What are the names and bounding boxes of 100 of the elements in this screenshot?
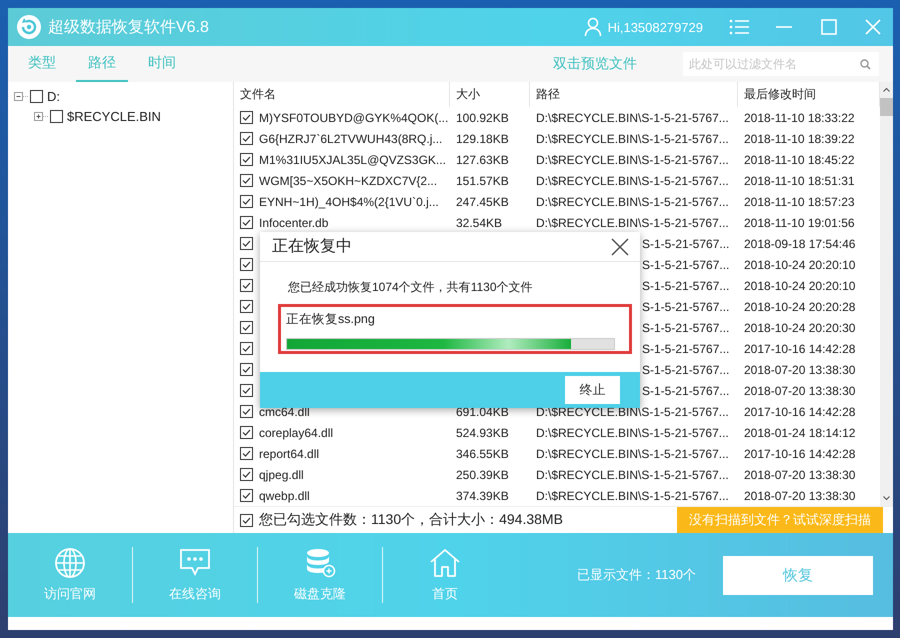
modified-time: 2017-10-16 14:42:28: [743, 404, 856, 418]
close-icon[interactable]: [610, 236, 630, 256]
file-name: Infocenter.db: [259, 216, 328, 230]
file-path: D:\$RECYCLE.BIN\S-1-5-21-5767...: [535, 110, 730, 124]
checkbox[interactable]: [240, 468, 253, 481]
modified-time: 2018-11-10 18:33:22: [743, 110, 856, 124]
modified-time: 2018-07-20 13:38:30: [743, 468, 856, 482]
checkbox[interactable]: [240, 174, 253, 187]
tree-item[interactable]: $RECYCLE.BIN: [67, 108, 161, 124]
checkbox[interactable]: [240, 258, 253, 271]
modified-time: 2018-10-24 20:20:30: [743, 320, 856, 334]
checkbox[interactable]: [240, 153, 253, 166]
file-path: D:\$RECYCLE.BIN\S-1-5-21-5767...: [535, 194, 730, 208]
collapse-icon[interactable]: [14, 92, 28, 100]
file-size: 524.93KB: [455, 426, 510, 440]
modified-time: 2018-01-24 18:14:12: [743, 426, 856, 440]
checkbox[interactable]: [240, 489, 253, 502]
file-size: 247.45KB: [455, 194, 510, 208]
modified-time: 2018-11-10 19:01:56: [743, 216, 856, 230]
modified-time: 2018-11-10 18:57:23: [743, 194, 856, 208]
file-name: EYNH~1H)_4OH$4%(2{1VU`0.j...: [259, 194, 439, 208]
file-size: 127.63KB: [455, 152, 510, 166]
file-size: 129.18KB: [455, 132, 510, 146]
column-header[interactable]: 文件名: [234, 82, 450, 107]
file-path: S-1-5-21-5767...: [641, 278, 730, 292]
file-name: coreplay64.dll: [259, 426, 334, 440]
checkbox[interactable]: [30, 90, 43, 102]
checkbox[interactable]: [240, 447, 253, 460]
modified-time: 2018-11-10 18:45:22: [743, 152, 856, 166]
shown-count: 已显示文件：1130个: [577, 566, 697, 584]
column-header[interactable]: 大小: [450, 82, 530, 107]
user-name: Hi,13508279729: [608, 20, 703, 34]
file-path: D:\$RECYCLE.BIN\S-1-5-21-5767...: [535, 446, 730, 460]
home-icon: [429, 547, 461, 579]
checkbox[interactable]: [240, 300, 253, 313]
scrollbar-thumb[interactable]: [880, 98, 893, 116]
stop-button[interactable]: 终止: [565, 376, 620, 404]
search-icon[interactable]: [860, 59, 871, 70]
file-path: D:\$RECYCLE.BIN\S-1-5-21-5767...: [535, 132, 730, 146]
checkbox[interactable]: [240, 279, 253, 292]
nav-link[interactable]: 首页: [432, 585, 458, 603]
checkbox[interactable]: [240, 514, 253, 526]
file-name: cmc64.dll: [259, 404, 310, 418]
progress-message: 您已经成功恢复1074个文件，共有1130个文件: [288, 279, 534, 296]
modified-time: 2018-10-24 20:20:28: [743, 300, 856, 314]
file-name: M1%31IU5XJAL35L@QVZS3GK...: [259, 152, 446, 166]
modified-time: 2018-09-18 17:54:46: [743, 236, 856, 250]
deep-scan-button[interactable]: 没有扫描到文件？试试深度扫描: [677, 507, 883, 533]
preview-link[interactable]: 双击预览文件: [553, 55, 637, 73]
modified-time: 2018-07-20 13:38:30: [743, 362, 856, 376]
file-size: 346.55KB: [455, 446, 510, 460]
column-header[interactable]: 路径: [530, 82, 738, 107]
file-path: D:\$RECYCLE.BIN\S-1-5-21-5767...: [535, 468, 730, 482]
file-path: D:\$RECYCLE.BIN\S-1-5-21-5767...: [535, 488, 730, 502]
globe-icon: [54, 547, 86, 579]
checkbox[interactable]: [240, 132, 253, 145]
dialog-title: 正在恢复中: [272, 236, 353, 257]
file-path: D:\$RECYCLE.BIN\S-1-5-21-5767...: [535, 216, 730, 230]
file-path: S-1-5-21-5767...: [641, 342, 730, 356]
search-field[interactable]: 此处可以过滤文件名: [683, 52, 879, 76]
file-path: D:\$RECYCLE.BIN\S-1-5-21-5767...: [535, 152, 730, 166]
checkbox[interactable]: [240, 111, 253, 124]
checkbox[interactable]: [240, 426, 253, 439]
checkbox[interactable]: [240, 321, 253, 334]
checkbox[interactable]: [240, 237, 253, 250]
modified-time: 2018-11-10 18:51:31: [743, 174, 856, 188]
expand-icon[interactable]: [34, 112, 48, 120]
file-size: 374.39KB: [455, 488, 510, 502]
checkbox[interactable]: [50, 110, 63, 122]
file-name: report64.dll: [259, 446, 320, 460]
nav-link[interactable]: 磁盘克隆: [294, 585, 346, 603]
logo-icon: [16, 14, 42, 40]
checkbox[interactable]: [240, 363, 253, 376]
checkbox[interactable]: [240, 216, 253, 229]
checkbox[interactable]: [240, 195, 253, 208]
file-path: S-1-5-21-5767...: [641, 300, 730, 314]
current-file: 正在恢复ss.png: [286, 311, 376, 328]
file-path: D:\$RECYCLE.BIN\S-1-5-21-5767...: [535, 404, 730, 418]
file-path: S-1-5-21-5767...: [641, 258, 730, 272]
file-name: WGM[35~X5OKH~KZDXC7V{2...: [259, 174, 438, 188]
selection-summary: 您已勾选文件数：1130个，合计大小：494.38MB: [259, 511, 564, 529]
tab[interactable]: 类型: [16, 46, 68, 82]
file-size: 32.54KB: [455, 216, 504, 230]
nav-link[interactable]: 访问官网: [44, 585, 96, 603]
file-name: qjpeg.dll: [259, 468, 304, 482]
checkbox[interactable]: [240, 405, 253, 418]
modified-time: 2018-07-20 13:38:30: [743, 488, 856, 502]
recover-button[interactable]: 恢复: [723, 556, 873, 594]
file-size: 250.39KB: [455, 468, 510, 482]
file-name: M)YSF0TOUBYD@GYK%4QOK(...: [259, 110, 448, 124]
file-size: 100.92KB: [455, 110, 510, 124]
tree-item[interactable]: D:: [47, 88, 60, 104]
tab[interactable]: 时间: [136, 46, 188, 82]
file-path: D:\$RECYCLE.BIN\S-1-5-21-5767...: [535, 426, 730, 440]
modified-time: 2018-11-10 18:39:22: [743, 132, 856, 146]
nav-link[interactable]: 在线咨询: [169, 585, 221, 603]
database-icon: [304, 547, 336, 579]
checkbox[interactable]: [240, 342, 253, 355]
checkbox[interactable]: [240, 384, 253, 397]
modified-time: 2017-10-16 14:42:28: [743, 446, 856, 460]
